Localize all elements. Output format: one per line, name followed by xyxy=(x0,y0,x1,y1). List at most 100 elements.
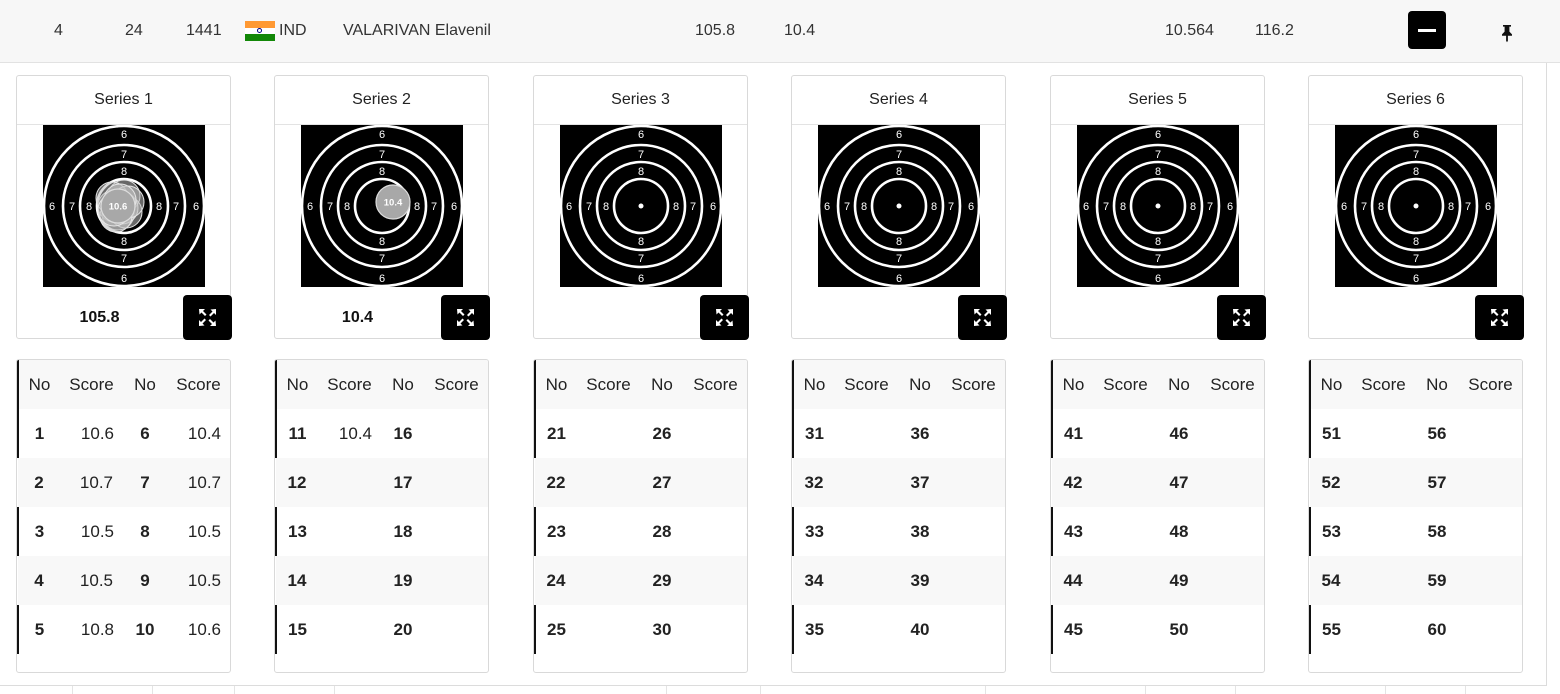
table-row: 15 20 xyxy=(275,605,488,654)
series-score: 10.4 xyxy=(784,22,816,39)
table-row: 51 56 xyxy=(1309,409,1522,458)
shot-number: 36 xyxy=(899,409,941,458)
expand-icon xyxy=(199,309,216,326)
shot-number: 41 xyxy=(1051,409,1094,458)
shot-score xyxy=(1200,409,1264,458)
series-card: Series 5666677778888 xyxy=(1050,75,1266,340)
shot-number: 55 xyxy=(1309,605,1352,654)
shot-number: 2 xyxy=(18,458,60,507)
shot-number: 24 xyxy=(535,556,577,605)
shot-number: 10 xyxy=(124,605,166,654)
column-header-no: No xyxy=(899,360,941,409)
ring-label: 6 xyxy=(896,273,902,285)
shot-number: 35 xyxy=(792,605,835,654)
ring-label: 8 xyxy=(896,236,902,248)
table-row: 13 18 xyxy=(275,507,488,556)
expand-target-button[interactable] xyxy=(183,295,232,340)
ring-label: 8 xyxy=(861,201,867,213)
target-face: 666 6777 7888 8 xyxy=(560,125,722,287)
ring-label: 8 xyxy=(1120,201,1126,213)
expand-target-button[interactable] xyxy=(441,295,490,340)
ring-label: 7 xyxy=(1413,253,1419,265)
shot-number: 37 xyxy=(899,458,941,507)
shot-number: 29 xyxy=(641,556,683,605)
shot-score xyxy=(683,556,747,605)
shot-score xyxy=(1200,507,1264,556)
shot-score xyxy=(683,409,747,458)
shot-score xyxy=(1352,458,1416,507)
ring-label: 8 xyxy=(896,166,902,178)
table-row: 45 50 xyxy=(1051,605,1264,654)
shot-score xyxy=(577,605,641,654)
shot-score xyxy=(1352,507,1416,556)
expand-target-button[interactable] xyxy=(700,295,749,340)
shot-score xyxy=(318,556,382,605)
projected-score: 116.2 xyxy=(1255,22,1294,39)
shot-score: 10.4 xyxy=(166,409,230,458)
ring-label: 8 xyxy=(638,236,644,248)
target-center-dot xyxy=(896,203,902,209)
ring-label: 6 xyxy=(451,201,457,213)
shot-score: 10.4 xyxy=(318,409,382,458)
column-header-no: No xyxy=(1416,360,1458,409)
shot-number: 33 xyxy=(792,507,835,556)
shot-number: 47 xyxy=(1158,458,1200,507)
shot-score xyxy=(941,556,1005,605)
shot-score xyxy=(1200,458,1264,507)
shot-number: 7 xyxy=(124,458,166,507)
column-header-score: Score xyxy=(577,360,641,409)
ring-label: 6 xyxy=(379,129,385,141)
shot-number: 18 xyxy=(382,507,424,556)
ring-label: 6 xyxy=(968,201,974,213)
table-row: 32 37 xyxy=(793,458,1005,507)
shot-number: 23 xyxy=(534,507,577,556)
collapse-button[interactable] xyxy=(1408,11,1446,49)
total-score: 105.8 xyxy=(695,22,736,39)
shot-score xyxy=(424,409,488,458)
ring-label: 7 xyxy=(844,201,850,213)
country-code: IND xyxy=(279,22,307,39)
expand-target-button[interactable] xyxy=(958,295,1007,340)
series-title: Series 5 xyxy=(1051,76,1264,125)
shot-number: 9 xyxy=(124,556,166,605)
ring-label: 8 xyxy=(638,166,644,178)
column-header-no: No xyxy=(1051,360,1094,409)
ring-label: 6 xyxy=(379,273,385,285)
table-row: 52 57 xyxy=(1310,458,1522,507)
expand-target-button[interactable] xyxy=(1475,295,1524,340)
ring-label: 8 xyxy=(1448,201,1454,213)
shot-number: 13 xyxy=(275,507,318,556)
athlete-row[interactable]: 4 24 1441 IND VALARIVAN Elavenil 105.8 1… xyxy=(0,0,1560,63)
shot-number: 28 xyxy=(641,507,683,556)
column-header-score: Score xyxy=(683,360,747,409)
bib-cell: 24 xyxy=(125,22,143,39)
column-header-no: No xyxy=(1158,360,1200,409)
expand-target-button[interactable] xyxy=(1217,295,1266,340)
shot-number: 44 xyxy=(1052,556,1094,605)
table-row: 34 39 xyxy=(793,556,1005,605)
ring-label: 7 xyxy=(1361,201,1367,213)
shot-score xyxy=(577,507,641,556)
shot-number: 40 xyxy=(899,605,941,654)
ring-label: 7 xyxy=(69,201,75,213)
pin-button[interactable] xyxy=(1495,20,1519,44)
shot-number: 17 xyxy=(382,458,424,507)
shot-number: 19 xyxy=(382,556,424,605)
shot-score xyxy=(1094,605,1158,654)
ring-label: 7 xyxy=(173,201,179,213)
next-row-edge xyxy=(0,686,1560,694)
series-card: Series 3666677778888 xyxy=(533,75,749,340)
shot-score: 10.7 xyxy=(60,458,124,507)
table-row: 31 36 xyxy=(792,409,1005,458)
shot-score xyxy=(577,458,641,507)
shot-score xyxy=(1200,556,1264,605)
column-header-score: Score xyxy=(166,360,230,409)
table-row: 54 59 xyxy=(1310,556,1522,605)
shot-number: 22 xyxy=(535,458,577,507)
shot-score xyxy=(835,556,899,605)
ring-label: 8 xyxy=(673,201,679,213)
shot-score xyxy=(577,409,641,458)
shot-number: 43 xyxy=(1051,507,1094,556)
shot-number: 6 xyxy=(124,409,166,458)
shot-score xyxy=(1200,605,1264,654)
